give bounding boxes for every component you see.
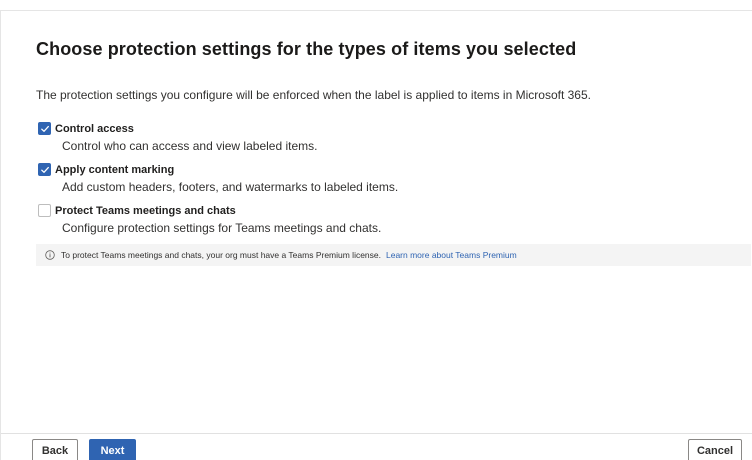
info-icon: [45, 250, 55, 260]
protect-teams-meetings-checkbox[interactable]: [38, 204, 51, 217]
option-apply-content-marking: Apply content marking Add custom headers…: [38, 163, 398, 194]
apply-content-marking-checkbox[interactable]: [38, 163, 51, 176]
control-access-label[interactable]: Control access: [55, 123, 134, 135]
wizard-footer: Back Next Cancel: [1, 433, 752, 460]
learn-more-teams-premium-link[interactable]: Learn more about Teams Premium: [386, 250, 517, 260]
checkmark-icon: [40, 125, 49, 132]
back-button[interactable]: Back: [32, 439, 78, 460]
info-message-text: To protect Teams meetings and chats, you…: [61, 250, 381, 260]
control-access-description: Control who can access and view labeled …: [62, 139, 318, 153]
checkmark-icon: [40, 166, 49, 173]
next-button[interactable]: Next: [89, 439, 136, 460]
page-title: Choose protection settings for the types…: [36, 39, 577, 59]
apply-content-marking-label[interactable]: Apply content marking: [55, 164, 174, 176]
info-message-bar: To protect Teams meetings and chats, you…: [36, 244, 751, 266]
cancel-button[interactable]: Cancel: [688, 439, 742, 460]
protect-teams-meetings-description: Configure protection settings for Teams …: [62, 221, 382, 235]
protect-teams-meetings-label[interactable]: Protect Teams meetings and chats: [55, 205, 236, 217]
apply-content-marking-description: Add custom headers, footers, and waterma…: [62, 180, 399, 194]
page-description: The protection settings you configure wi…: [36, 88, 591, 102]
control-access-checkbox[interactable]: [38, 122, 51, 135]
option-control-access: Control access Control who can access an…: [38, 122, 317, 153]
wizard-panel: Choose protection settings for the types…: [0, 10, 752, 460]
option-protect-teams-meetings: Protect Teams meetings and chats Configu…: [38, 204, 381, 235]
